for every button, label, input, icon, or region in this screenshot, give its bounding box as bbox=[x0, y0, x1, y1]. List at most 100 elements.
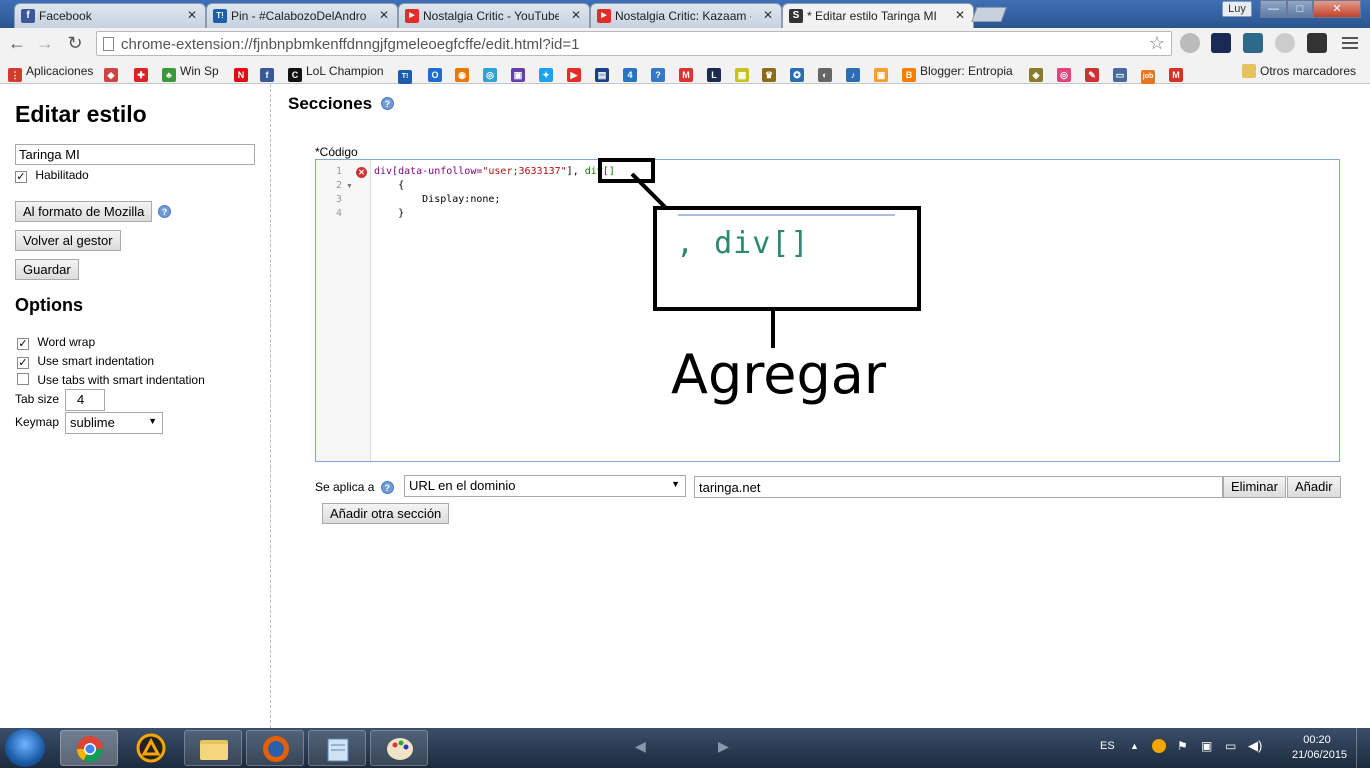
enabled-checkbox[interactable]: ✓ bbox=[15, 171, 27, 183]
bookmark-item[interactable]: ♛ bbox=[762, 63, 780, 82]
minimize-button[interactable]: — bbox=[1260, 0, 1287, 18]
language-indicator[interactable]: ES bbox=[1100, 740, 1115, 752]
fold-arrow-icon[interactable]: ▼ bbox=[346, 183, 353, 190]
bookmark-item[interactable]: ◆ bbox=[104, 63, 122, 82]
word-wrap-row[interactable]: ✓ Word wrap bbox=[17, 335, 95, 350]
user-profile-badge[interactable]: Luy bbox=[1222, 1, 1252, 17]
help-icon[interactable]: ? bbox=[380, 481, 394, 494]
taskbar-aimp[interactable] bbox=[122, 730, 180, 766]
keymap-select[interactable]: sublime ▼ bbox=[65, 412, 163, 434]
bookmark-item[interactable]: job bbox=[1141, 63, 1159, 84]
bookmark-item[interactable]: T! bbox=[398, 63, 416, 84]
bookmark-star-icon[interactable]: ☆ bbox=[1149, 33, 1165, 54]
forward-arrow-icon[interactable]: → bbox=[34, 32, 56, 54]
bookmark-item[interactable]: ? bbox=[651, 63, 669, 82]
bookmark-item[interactable]: ♪ bbox=[846, 63, 864, 82]
bookmark-item[interactable]: f bbox=[260, 63, 278, 82]
bookmark-item[interactable]: ◈ bbox=[1029, 63, 1047, 82]
help-icon[interactable]: ? bbox=[158, 205, 171, 218]
back-to-manager-button[interactable]: Volver al gestor bbox=[15, 230, 121, 251]
extension-spy-icon[interactable] bbox=[1243, 33, 1263, 53]
bookmark-item[interactable]: ✚ bbox=[134, 63, 152, 82]
word-wrap-checkbox[interactable]: ✓ bbox=[17, 338, 29, 350]
save-button[interactable]: Guardar bbox=[15, 259, 79, 280]
close-window-button[interactable]: ✕ bbox=[1313, 0, 1361, 18]
bookmark-item[interactable]: ◎ bbox=[483, 63, 501, 82]
remove-button[interactable]: Eliminar bbox=[1223, 476, 1286, 498]
maximize-button[interactable]: □ bbox=[1287, 0, 1313, 18]
tab-editar-estilo[interactable]: S * Editar estilo Taringa MI ✕ bbox=[782, 3, 974, 29]
close-tab-icon[interactable]: ✕ bbox=[763, 8, 773, 22]
tab-facebook[interactable]: f Facebook ✕ bbox=[14, 3, 206, 28]
bookmark-item[interactable]: L bbox=[707, 63, 725, 82]
bookmark-item[interactable]: C LoL Champion bbox=[288, 63, 384, 82]
other-bookmarks-folder[interactable]: Otros marcadores bbox=[1242, 63, 1356, 79]
error-icon[interactable]: ✕ bbox=[356, 167, 367, 178]
applies-type-select[interactable]: URL en el dominio ▼ bbox=[404, 475, 686, 497]
bookmark-item[interactable]: B Blogger: Entropia bbox=[902, 63, 1013, 82]
aimp-tray-icon[interactable] bbox=[1152, 739, 1166, 753]
bookmark-item[interactable]: ▦ bbox=[735, 63, 753, 82]
back-arrow-icon[interactable]: ← bbox=[6, 32, 28, 54]
smart-indent-row[interactable]: ✓ Use smart indentation bbox=[17, 354, 154, 369]
clock[interactable]: 00:20 21/06/2015 bbox=[1292, 734, 1347, 761]
media-prev-icon[interactable]: ◀ bbox=[635, 738, 646, 755]
close-tab-icon[interactable]: ✕ bbox=[571, 8, 581, 22]
bookmark-item[interactable]: N bbox=[234, 63, 252, 82]
bookmark-item[interactable]: O bbox=[428, 63, 446, 82]
stylish-extension-icon[interactable] bbox=[1307, 33, 1327, 53]
bookmark-item[interactable]: M bbox=[1169, 63, 1187, 82]
enabled-row[interactable]: ✓ Habilitado bbox=[15, 168, 89, 183]
tab-nostalgia-youtube[interactable]: ▶ Nostalgia Critic - YouTube ✕ bbox=[398, 3, 590, 28]
taskbar-firefox[interactable] bbox=[246, 730, 304, 766]
add-button[interactable]: Añadir bbox=[1287, 476, 1341, 498]
help-icon[interactable]: ? bbox=[380, 97, 394, 110]
taskbar-paint[interactable] bbox=[370, 730, 428, 766]
bookmark-item[interactable]: ◐ bbox=[818, 63, 836, 82]
bookmark-item[interactable]: ▭ bbox=[1113, 63, 1131, 82]
style-name-input[interactable] bbox=[15, 144, 255, 165]
new-tab-button[interactable] bbox=[971, 7, 1007, 22]
reload-icon[interactable]: ↻ bbox=[64, 32, 86, 54]
bookmark-item[interactable]: M bbox=[679, 63, 697, 82]
domain-input[interactable] bbox=[694, 476, 1223, 498]
close-tab-icon[interactable]: ✕ bbox=[955, 8, 965, 22]
bookmark-item[interactable]: ▣ bbox=[511, 63, 529, 82]
address-bar[interactable]: chrome-extension://fjnbnpbmkenffdnngjfgm… bbox=[96, 31, 1172, 56]
bookmark-item[interactable]: ✦ bbox=[539, 63, 557, 82]
taskbar-chrome[interactable] bbox=[60, 730, 118, 766]
taskbar-explorer[interactable] bbox=[184, 730, 242, 766]
device-icon[interactable]: ▣ bbox=[1201, 739, 1212, 753]
close-tab-icon[interactable]: ✕ bbox=[187, 8, 197, 22]
media-next-icon[interactable]: ▶ bbox=[718, 738, 729, 755]
bookmark-item[interactable]: ⋮ Aplicaciones bbox=[8, 63, 93, 82]
tabs-smart-indent-checkbox[interactable] bbox=[17, 373, 29, 385]
network-icon[interactable]: ▭ bbox=[1225, 739, 1236, 753]
tab-nostalgia-kazaam[interactable]: ▶ Nostalgia Critic: Kazaam - ✕ bbox=[590, 3, 782, 28]
show-hidden-icons[interactable]: ▲ bbox=[1130, 741, 1139, 751]
bookmark-item[interactable]: ▣ bbox=[874, 63, 892, 82]
tabs-smart-indent-row[interactable]: Use tabs with smart indentation bbox=[17, 373, 205, 387]
bookmark-item[interactable]: ✪ bbox=[790, 63, 808, 82]
bookmark-item[interactable]: ♣ Win Sp bbox=[162, 63, 219, 82]
extension-l-icon[interactable] bbox=[1211, 33, 1231, 53]
tab-pin[interactable]: T! Pin - #CalabozoDelAndroi ✕ bbox=[206, 3, 398, 28]
extension-circle-icon[interactable] bbox=[1275, 33, 1295, 53]
mozilla-format-button[interactable]: Al formato de Mozilla bbox=[15, 201, 153, 222]
bookmark-item[interactable]: ✎ bbox=[1085, 63, 1103, 82]
extension-gray-icon[interactable] bbox=[1180, 33, 1200, 53]
taskbar-notepad[interactable] bbox=[308, 730, 366, 766]
close-tab-icon[interactable]: ✕ bbox=[379, 8, 389, 22]
bookmark-item[interactable]: ▶ bbox=[567, 63, 585, 82]
chrome-menu-icon[interactable] bbox=[1342, 34, 1358, 50]
bookmark-item[interactable]: ◎ bbox=[1057, 63, 1075, 82]
volume-icon[interactable]: ◀) bbox=[1248, 738, 1262, 754]
bookmark-item[interactable]: 4 bbox=[623, 63, 641, 82]
action-center-icon[interactable]: ⚑ bbox=[1177, 739, 1188, 753]
start-button[interactable] bbox=[5, 729, 45, 767]
show-desktop-button[interactable] bbox=[1356, 728, 1370, 768]
bookmark-item[interactable]: ◉ bbox=[455, 63, 473, 82]
tab-size-input[interactable]: 4 bbox=[65, 389, 105, 411]
add-section-button[interactable]: Añadir otra sección bbox=[322, 503, 450, 524]
bookmark-item[interactable]: ▤ bbox=[595, 63, 613, 82]
